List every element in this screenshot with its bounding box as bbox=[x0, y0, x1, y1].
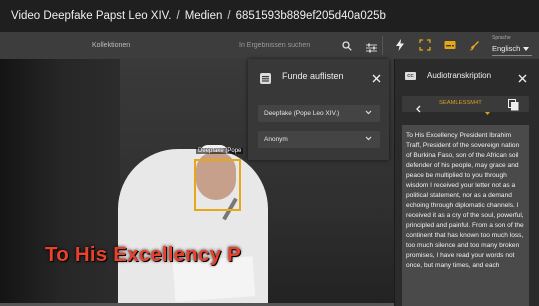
collections-tab[interactable]: Kollektionen bbox=[92, 32, 130, 59]
toolbar-divider bbox=[382, 36, 383, 55]
funde-panel-header: Funde auflisten bbox=[248, 59, 389, 94]
transcript-text-box[interactable]: To His Excellency President Ibrahim Traf… bbox=[402, 125, 529, 306]
flash-icon[interactable] bbox=[396, 38, 404, 56]
chevron-down-icon bbox=[523, 46, 530, 51]
crop-icon[interactable] bbox=[419, 38, 431, 56]
filter-icon[interactable] bbox=[366, 40, 377, 58]
list-icon bbox=[260, 71, 271, 89]
funde-select-label: Deepfake (Pope Leo XIV.) bbox=[264, 110, 340, 117]
chevron-down-icon[interactable] bbox=[485, 102, 490, 120]
chevron-left-icon[interactable] bbox=[416, 100, 421, 118]
language-select[interactable]: Englisch bbox=[492, 44, 530, 53]
toolbar: Kollektionen Sprache Englisch bbox=[0, 32, 539, 59]
audio-transcription-panel: CC Audiotranskription SEAMLESSM4T To His… bbox=[395, 59, 539, 306]
breadcrumb-item-media[interactable]: Medien bbox=[185, 10, 223, 22]
cc-icon: CC bbox=[405, 72, 416, 80]
audio-panel-title: Audiotranskription bbox=[427, 71, 492, 80]
breadcrumb: Video Deepfake Papst Leo XIV. / Medien /… bbox=[0, 0, 539, 32]
face-detection-box[interactable] bbox=[194, 159, 241, 211]
breadcrumb-item-project[interactable]: Video Deepfake Papst Leo XIV. bbox=[11, 10, 171, 22]
funde-select-anonym[interactable]: Anonym bbox=[258, 131, 380, 148]
model-select-label[interactable]: SEAMLESSM4T bbox=[439, 100, 482, 106]
funde-panel-title: Funde auflisten bbox=[282, 71, 344, 81]
search-icon[interactable] bbox=[342, 38, 352, 56]
close-icon[interactable] bbox=[518, 70, 527, 88]
audio-controls: SEAMLESSM4T bbox=[402, 96, 529, 115]
funde-select-label: Anonym bbox=[264, 136, 288, 143]
face-detection-label: Deepfake (Pope bbox=[196, 148, 244, 154]
search-box bbox=[239, 36, 359, 55]
breadcrumb-separator: / bbox=[227, 10, 231, 22]
breadcrumb-item-id: 6851593b889ef205d40a025b bbox=[235, 10, 386, 22]
video-caption: To His Excellency P bbox=[45, 243, 241, 266]
video-curtain bbox=[0, 59, 60, 306]
language-label: Sprache bbox=[492, 35, 511, 41]
search-input[interactable] bbox=[239, 36, 337, 55]
subtitles-icon[interactable] bbox=[444, 38, 456, 56]
funde-select-deepfake[interactable]: Deepfake (Pope Leo XIV.) bbox=[258, 105, 380, 122]
chevron-down-icon bbox=[365, 110, 372, 117]
chevron-down-icon bbox=[365, 136, 372, 143]
brush-icon[interactable] bbox=[469, 38, 481, 56]
breadcrumb-separator: / bbox=[176, 10, 180, 22]
transcript-text: To His Excellency President Ibrahim Traf… bbox=[406, 132, 524, 269]
audio-panel-header: CC Audiotranskription bbox=[395, 59, 539, 94]
language-underline bbox=[492, 55, 532, 56]
copy-icon[interactable] bbox=[508, 98, 519, 116]
close-icon[interactable] bbox=[372, 70, 381, 88]
language-value: Englisch bbox=[492, 44, 521, 53]
funde-panel: Funde auflisten Deepfake (Pope Leo XIV.)… bbox=[248, 59, 389, 160]
